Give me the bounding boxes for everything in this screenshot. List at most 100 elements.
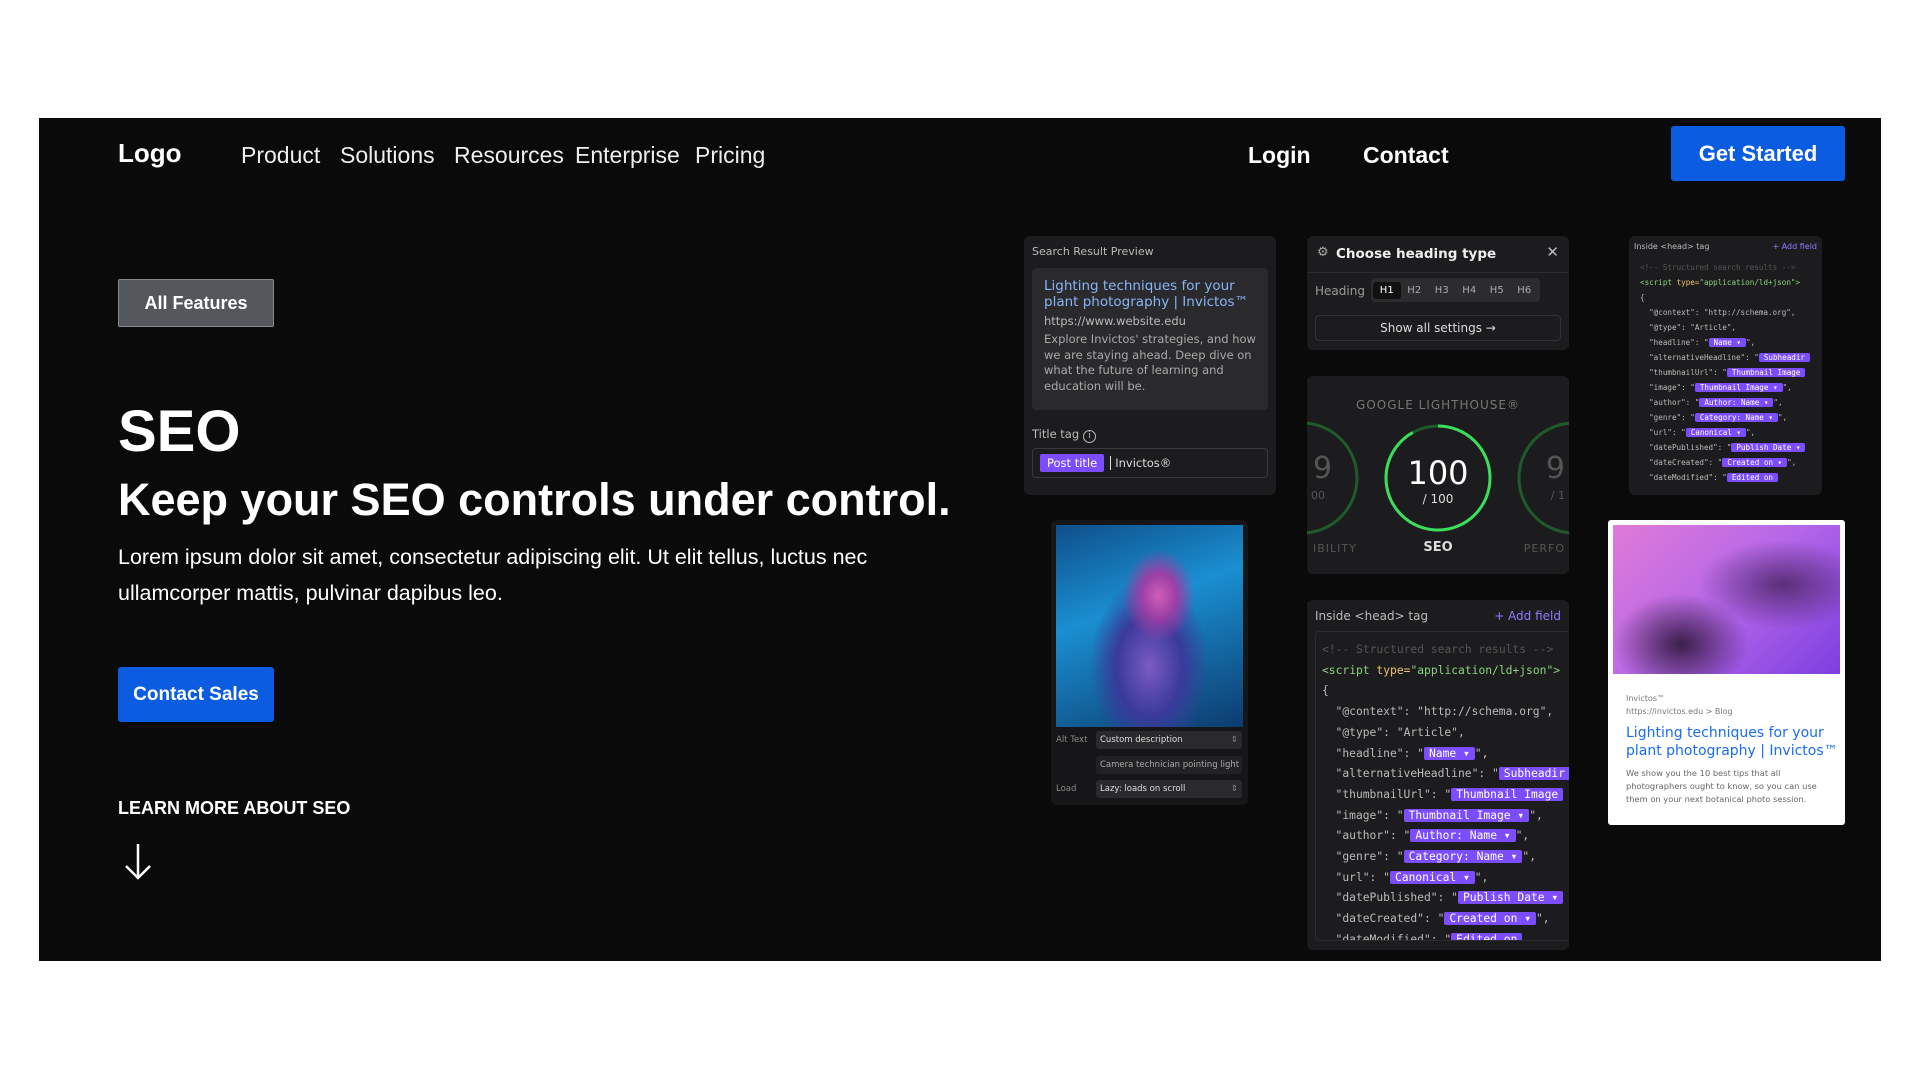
image-settings-card: Alt Text Custom description ⇕ Camera tech… [1051, 520, 1248, 805]
field-token[interactable]: Thumbnail Image [1451, 787, 1564, 801]
code-line: "headline": " Name ▾ ", [1649, 338, 1756, 347]
code-line: "genre": " Category: Name ▾ ", [1335, 850, 1536, 864]
code-line: "datePublished": " Publish Date ▾ [1640, 440, 1822, 455]
heading-label: Heading [1315, 284, 1365, 298]
field-token[interactable]: Category: Name ▾ [1403, 850, 1523, 864]
field-token[interactable]: Thumbnail Image ▾ [1694, 383, 1783, 392]
code-line: "image": " Thumbnail Image ▾ ", [1335, 808, 1543, 822]
lighthouse-card: GOOGLE LIGHTHOUSE® 9 00 100 / 100 9 / 1 … [1307, 376, 1569, 574]
field-token[interactable]: Subheadir [1758, 353, 1810, 362]
alt-text-input[interactable]: Camera technician pointing light to [1096, 756, 1242, 774]
code-comment: <!-- Structured search results --> [1322, 643, 1554, 656]
add-field-button[interactable]: + Add field [1772, 242, 1817, 251]
field-token[interactable]: Subheadir [1498, 767, 1569, 781]
field-token[interactable]: Name ▾ [1423, 746, 1475, 760]
preview-url: https://www.website.edu [1044, 314, 1186, 328]
contact-sales-button[interactable]: Contact Sales [118, 667, 274, 722]
heading-segmented-control: H1 H2 H3 H4 H5 H6 [1371, 278, 1540, 302]
heading-option-h3[interactable]: H3 [1428, 282, 1456, 299]
contact-link[interactable]: Contact [1363, 142, 1449, 169]
head-tag-label: Inside <head> tag [1315, 609, 1429, 623]
show-all-settings-button[interactable]: Show all settings → [1315, 315, 1561, 341]
field-token[interactable]: Canonical ▾ [1685, 428, 1746, 437]
field-token[interactable]: Publish Date ▾ [1731, 443, 1806, 452]
heading-option-h6[interactable]: H6 [1511, 282, 1539, 299]
code-brace: { [1640, 293, 1645, 302]
nav-pricing[interactable]: Pricing [695, 142, 765, 169]
alt-text-label: Alt Text [1056, 735, 1088, 745]
code-line: "alternativeHeadline": " Subheadir [1322, 764, 1569, 785]
code-line: "author": " Author: Name ▾ ", [1649, 398, 1783, 407]
title-tag-label: Title tag [1032, 427, 1080, 441]
code-line: "datePublished": " Publish Date ▾ [1322, 888, 1568, 909]
result-title[interactable]: Lighting techniques for your plant photo… [1626, 724, 1841, 760]
field-token[interactable]: Thumbnail Image ▾ [1403, 808, 1530, 822]
field-token[interactable]: Edited on [1726, 473, 1778, 482]
head-tag-label: Inside <head> tag [1634, 242, 1710, 251]
nav-resources[interactable]: Resources [454, 142, 564, 169]
code-line: "url": " Canonical ▾ ", [1649, 428, 1756, 437]
code-line: "genre": " Category: Name ▾ ", [1649, 413, 1788, 422]
code-line: "author": " Author: Name ▾ ", [1335, 829, 1530, 843]
post-title-token[interactable]: Post title [1040, 454, 1105, 472]
logo[interactable]: Logo [118, 138, 182, 169]
field-token[interactable]: Publish Date ▾ [1457, 891, 1564, 905]
code-line: "headline": " Name ▾ ", [1335, 746, 1489, 760]
add-field-button[interactable]: + Add field [1494, 609, 1561, 623]
right-max: / 1 [1550, 489, 1565, 502]
all-features-button[interactable]: All Features [118, 279, 274, 327]
right-label: PERFO [1523, 542, 1565, 555]
field-token[interactable]: Edited on [1451, 932, 1523, 940]
code-script-tag: <script type="application/ld+json"> [1322, 663, 1561, 677]
heading-option-h5[interactable]: H5 [1483, 282, 1511, 299]
title-suffix: Invictos® [1110, 456, 1171, 470]
result-description: We show you the 10 best tips that all ph… [1626, 768, 1817, 804]
preview-title[interactable]: Lighting techniques for your plant photo… [1044, 278, 1256, 310]
nav-product[interactable]: Product [241, 142, 320, 169]
code-line: "@context": "http://schema.org", [1649, 308, 1796, 317]
close-icon[interactable]: ✕ [1546, 243, 1559, 261]
nav-enterprise[interactable]: Enterprise [575, 142, 680, 169]
heading-option-h1[interactable]: H1 [1373, 281, 1401, 299]
heading-card-title: Choose heading type [1336, 246, 1497, 262]
search-preview-card: Search Result Preview Lighting technique… [1024, 236, 1276, 495]
field-token[interactable]: Category: Name ▾ [1694, 413, 1778, 422]
code-comment: <!-- Structured search results --> [1640, 263, 1796, 272]
heading-type-card: ⚙ Choose heading type ✕ Heading H1 H2 H3 H4… [1307, 236, 1569, 350]
code-line: "url": " Canonical ▾ ", [1335, 870, 1489, 884]
preview-description: Explore Invictos' strategies, and how we… [1044, 332, 1256, 393]
learn-more-label: LEARN MORE ABOUT SEO [118, 798, 351, 818]
photo-image [1056, 525, 1243, 727]
info-icon[interactable]: i [1082, 430, 1096, 443]
field-token[interactable]: Created on ▾ [1722, 458, 1788, 467]
load-label: Load [1056, 784, 1077, 794]
field-token[interactable]: Author: Name ▾ [1410, 829, 1516, 843]
arrow-down-icon[interactable] [122, 842, 154, 887]
code-line: "dateModified": " Edited on [1640, 470, 1822, 485]
google-result-card: Invictos™ https://invictos.edu > Blog Li… [1608, 520, 1845, 825]
login-link[interactable]: Login [1248, 142, 1311, 169]
gear-icon: ⚙ [1317, 245, 1329, 260]
nav-solutions[interactable]: Solutions [340, 142, 435, 169]
heading-option-h4[interactable]: H4 [1456, 282, 1484, 299]
code-line: "dateCreated": " Created on ▾ ", [1335, 912, 1550, 926]
seo-score: 100 [1407, 454, 1469, 492]
field-token[interactable]: Thumbnail Image [1726, 368, 1806, 377]
result-breadcrumb: https://invictos.edu > Blog [1626, 707, 1733, 716]
seo-score-max: / 100 [1422, 492, 1454, 506]
title-tag-input[interactable]: Post title Invictos® [1032, 448, 1268, 478]
code-line: "dateModified": " Edited on [1322, 930, 1568, 940]
alt-text-select[interactable]: Custom description ⇕ [1096, 731, 1242, 749]
field-token[interactable]: Canonical ▾ [1389, 870, 1475, 884]
code-line: "@context": "http://schema.org", [1335, 705, 1554, 719]
hero-description: Lorem ipsum dolor sit amet, consectetur … [118, 545, 868, 605]
field-token[interactable]: Author: Name ▾ [1699, 398, 1774, 407]
card-label: Search Result Preview [1032, 245, 1154, 258]
load-select[interactable]: Lazy: loads on scroll ⇕ [1096, 780, 1242, 798]
code-line: "thumbnailUrl": " Thumbnail Image [1322, 785, 1568, 806]
get-started-button[interactable]: Get Started [1671, 126, 1845, 181]
lighthouse-title: GOOGLE LIGHTHOUSE® [1356, 398, 1520, 412]
heading-option-h2[interactable]: H2 [1401, 282, 1429, 299]
field-token[interactable]: Name ▾ [1708, 338, 1746, 347]
field-token[interactable]: Created on ▾ [1444, 912, 1536, 926]
